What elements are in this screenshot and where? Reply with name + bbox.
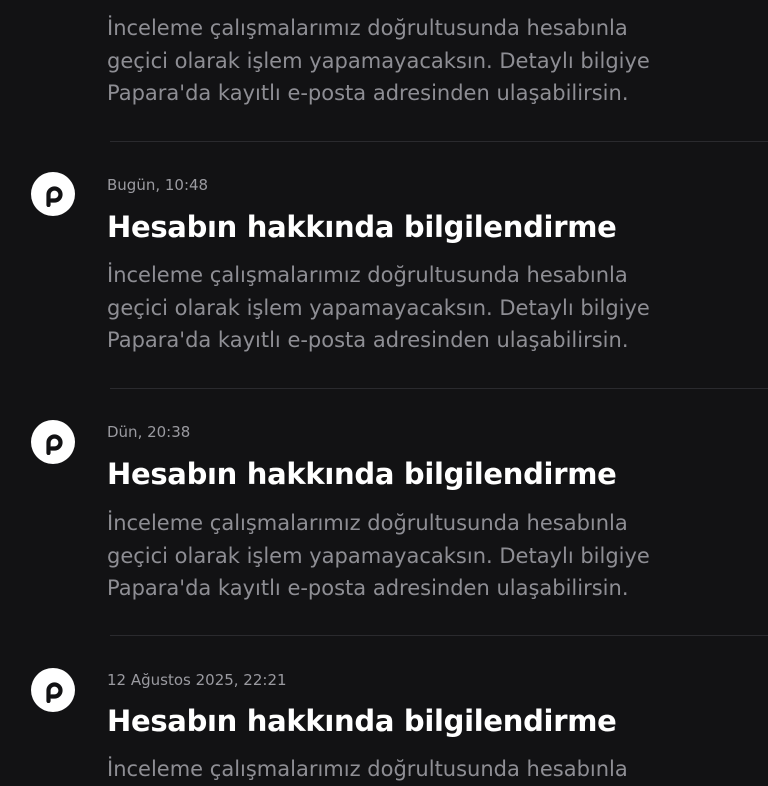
notification-title: Hesabın hakkında bilgilendirme (107, 210, 617, 244)
notification-body-line: Papara'da kayıtlı e-posta adresinden ula… (107, 576, 629, 600)
divider (110, 635, 768, 636)
notification-list: İnceleme çalışmalarımız doğrultusunda he… (0, 0, 768, 781)
papara-logo-icon (31, 420, 75, 464)
notification-body-line: İnceleme çalışmalarımız doğrultusunda he… (107, 16, 628, 40)
notification-title: Hesabın hakkında bilgilendirme (107, 457, 617, 491)
notification-timestamp: Dün, 20:38 (107, 423, 191, 441)
notification-timestamp: 12 Ağustos 2025, 22:21 (107, 671, 287, 689)
divider (110, 388, 768, 389)
notification-body: İnceleme çalışmalarımız doğrultusunda he… (107, 507, 747, 605)
notification-body: İnceleme çalışmalarımız doğrultusunda he… (107, 259, 747, 357)
papara-logo-icon (31, 668, 75, 712)
notification-body-line: geçici olarak işlem yapamayacaksın. Deta… (107, 48, 650, 73)
divider (110, 141, 768, 142)
notification-body-line: Papara'da kayıtlı e-posta adresinden ula… (107, 81, 629, 105)
notification-title: Hesabın hakkında bilgilendirme (107, 704, 617, 738)
notification-body: İnceleme çalışmalarımız doğrultusunda he… (107, 753, 747, 786)
notification-body-line: Papara'da kayıtlı e-posta adresinden ula… (107, 328, 629, 352)
notification-timestamp: Bugün, 10:48 (107, 176, 209, 194)
notification-body-line: geçici olarak işlem yapamayacaksın. Deta… (107, 543, 650, 568)
notification-body: İnceleme çalışmalarımız doğrultusunda he… (107, 12, 747, 110)
notification-body-line: İnceleme çalışmalarımız doğrultusunda he… (107, 757, 628, 781)
notification-body-line: İnceleme çalışmalarımız doğrultusunda he… (107, 263, 628, 287)
notification-body-line: İnceleme çalışmalarımız doğrultusunda he… (107, 511, 628, 535)
notification-body-line: geçici olarak işlem yapamayacaksın. Deta… (107, 295, 650, 320)
papara-logo-icon (31, 172, 75, 216)
